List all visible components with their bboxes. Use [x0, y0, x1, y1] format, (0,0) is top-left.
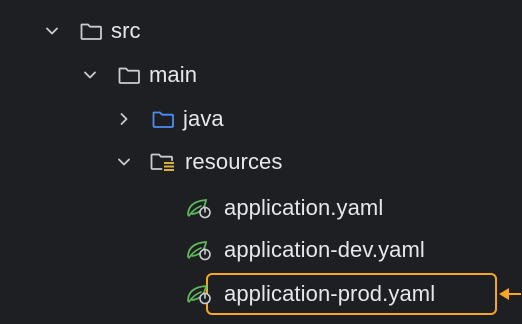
tree-file-application-prod-yaml[interactable]: application-prod.yaml — [0, 272, 522, 316]
tree-node-label: java — [183, 106, 224, 131]
folder-icon — [78, 20, 104, 42]
tree-node-java[interactable]: java — [0, 97, 522, 141]
tree-file-application-yaml[interactable]: application.yaml — [0, 186, 522, 230]
tree-node-label: application-prod.yaml — [224, 281, 436, 306]
chevron-right-icon[interactable] — [114, 109, 134, 129]
tree-node-src[interactable]: src — [0, 9, 522, 53]
spring-config-icon — [186, 197, 212, 219]
chevron-down-icon[interactable] — [42, 21, 62, 41]
tree-node-label: resources — [185, 149, 283, 174]
tree-node-label: application-dev.yaml — [224, 237, 425, 262]
chevron-down-icon[interactable] — [114, 152, 134, 172]
tree-node-label: src — [111, 18, 141, 43]
chevron-down-icon[interactable] — [80, 65, 100, 85]
tree-node-resources[interactable]: resources — [0, 140, 522, 184]
project-tree: src main java resources application.yaml… — [0, 0, 522, 324]
spring-config-icon — [186, 283, 212, 305]
tree-node-main[interactable]: main — [0, 53, 522, 97]
resources-folder-icon — [150, 151, 176, 173]
tree-file-application-dev-yaml[interactable]: application-dev.yaml — [0, 228, 522, 272]
folder-icon — [116, 64, 142, 86]
source-folder-icon — [150, 108, 176, 130]
tree-node-label: main — [149, 62, 198, 87]
tree-node-label: application.yaml — [224, 195, 384, 220]
spring-config-icon — [186, 239, 212, 261]
arrow-left-icon — [498, 284, 522, 310]
